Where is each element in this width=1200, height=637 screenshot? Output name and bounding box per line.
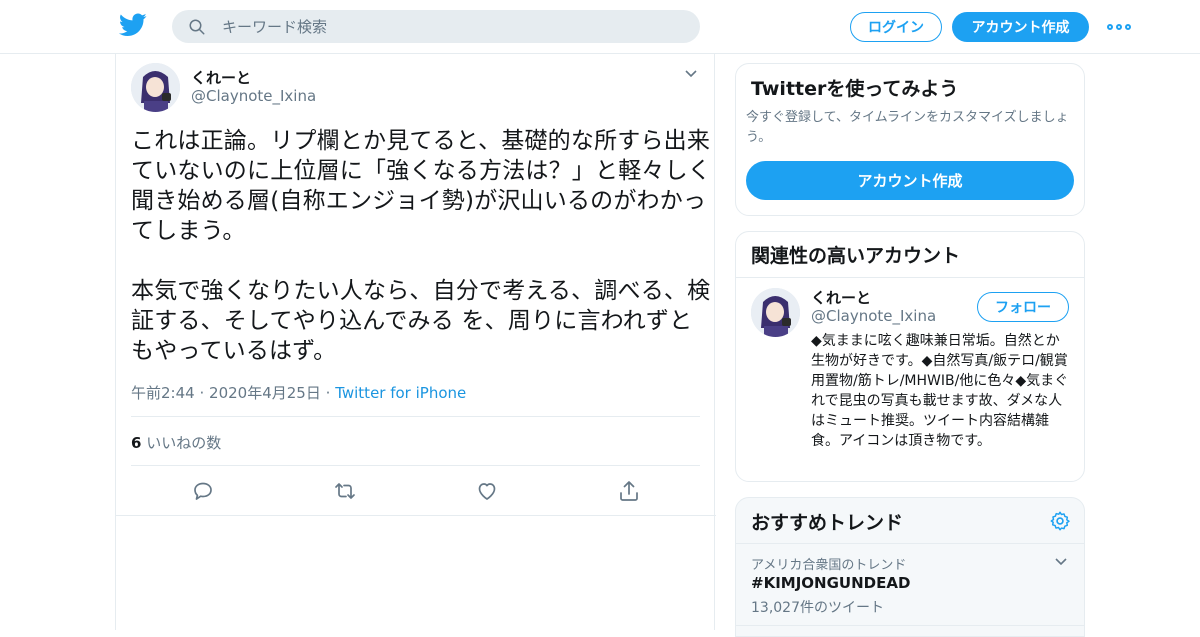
tweet-date[interactable]: 2020年4月25日 xyxy=(209,384,321,402)
chevron-down-icon[interactable] xyxy=(1054,555,1068,569)
signup-card-button[interactable]: アカウント作成 xyxy=(746,161,1074,200)
divider xyxy=(736,543,1084,544)
trend-name[interactable]: #KIMJONGUNDEAD xyxy=(751,574,910,592)
more-options-icon[interactable] xyxy=(1107,17,1131,37)
reply-icon[interactable] xyxy=(191,479,215,503)
account-name[interactable]: くれーと xyxy=(811,287,871,308)
trends-card: おすすめトレンド アメリカ合衆国のトレンド #KIMJONGUNDEAD 13,… xyxy=(735,497,1085,637)
like-count: 6 xyxy=(131,434,142,452)
chevron-down-icon[interactable] xyxy=(684,67,698,81)
tweet-detail: くれーと @Claynote_Ixina これは正論。リプ欄とか見てると、基礎的… xyxy=(115,54,716,630)
tweet-client-link[interactable]: Twitter for iPhone xyxy=(335,384,466,402)
twitter-bird-icon[interactable] xyxy=(119,13,147,37)
gear-icon[interactable] xyxy=(1049,510,1071,532)
tweet-time[interactable]: 午前2:44 xyxy=(131,384,195,402)
trend-context: アメリカ合衆国のトレンド xyxy=(751,558,907,573)
retweet-icon[interactable] xyxy=(333,479,357,503)
like-stats[interactable]: 6 いいねの数 xyxy=(131,432,221,453)
account-handle[interactable]: @Claynote_Ixina xyxy=(811,307,936,325)
like-heart-icon[interactable] xyxy=(475,479,499,503)
share-icon[interactable] xyxy=(617,479,641,503)
divider xyxy=(736,277,1084,278)
avatar[interactable] xyxy=(131,63,180,112)
signup-card: Twitterを使ってみよう 今すぐ登録して、タイムラインをカスタマイズしましょ… xyxy=(735,63,1085,216)
card-title: Twitterを使ってみよう xyxy=(751,78,959,100)
login-button[interactable]: ログイン xyxy=(850,12,942,42)
trend-tweet-count: 13,027件のツイート xyxy=(751,600,884,616)
author-handle[interactable]: @Claynote_Ixina xyxy=(191,87,316,105)
tweet-actions xyxy=(116,479,716,503)
card-description: 今すぐ登録して、タイムラインをカスタマイズしましょう。 xyxy=(746,110,1069,145)
signup-button[interactable]: アカウント作成 xyxy=(952,12,1089,42)
search-bar[interactable] xyxy=(172,10,700,43)
tweet-meta: 午前2:44 · 2020年4月25日 · Twitter for iPhone xyxy=(131,382,466,403)
divider xyxy=(131,465,700,466)
meta-separator: · xyxy=(199,384,205,402)
divider xyxy=(131,416,700,417)
follow-button[interactable]: フォロー xyxy=(977,292,1069,322)
divider xyxy=(116,515,716,516)
account-bio: ◆気ままに呟く趣味兼日常垢。自然とか生物が好きです。◆自然写真/飯テロ/観賞用置… xyxy=(811,333,1069,449)
related-accounts-card: 関連性の高いアカウント くれーと @Claynote_Ixina フォロー ◆気… xyxy=(735,231,1085,482)
author-name[interactable]: くれーと xyxy=(191,67,251,88)
card-title: 関連性の高いアカウント xyxy=(751,245,961,267)
tweet-text: これは正論。リプ欄とか見てると、基礎的な所すら出来ていないのに上位層に「強くなる… xyxy=(131,128,711,364)
card-title: おすすめトレンド xyxy=(751,512,904,534)
like-label: いいねの数 xyxy=(146,434,222,452)
divider xyxy=(736,625,1084,626)
avatar[interactable] xyxy=(751,288,800,337)
top-bar: ログイン アカウント作成 xyxy=(0,0,1200,54)
search-icon xyxy=(189,19,205,34)
meta-separator: · xyxy=(325,384,331,402)
search-input[interactable] xyxy=(222,17,682,36)
